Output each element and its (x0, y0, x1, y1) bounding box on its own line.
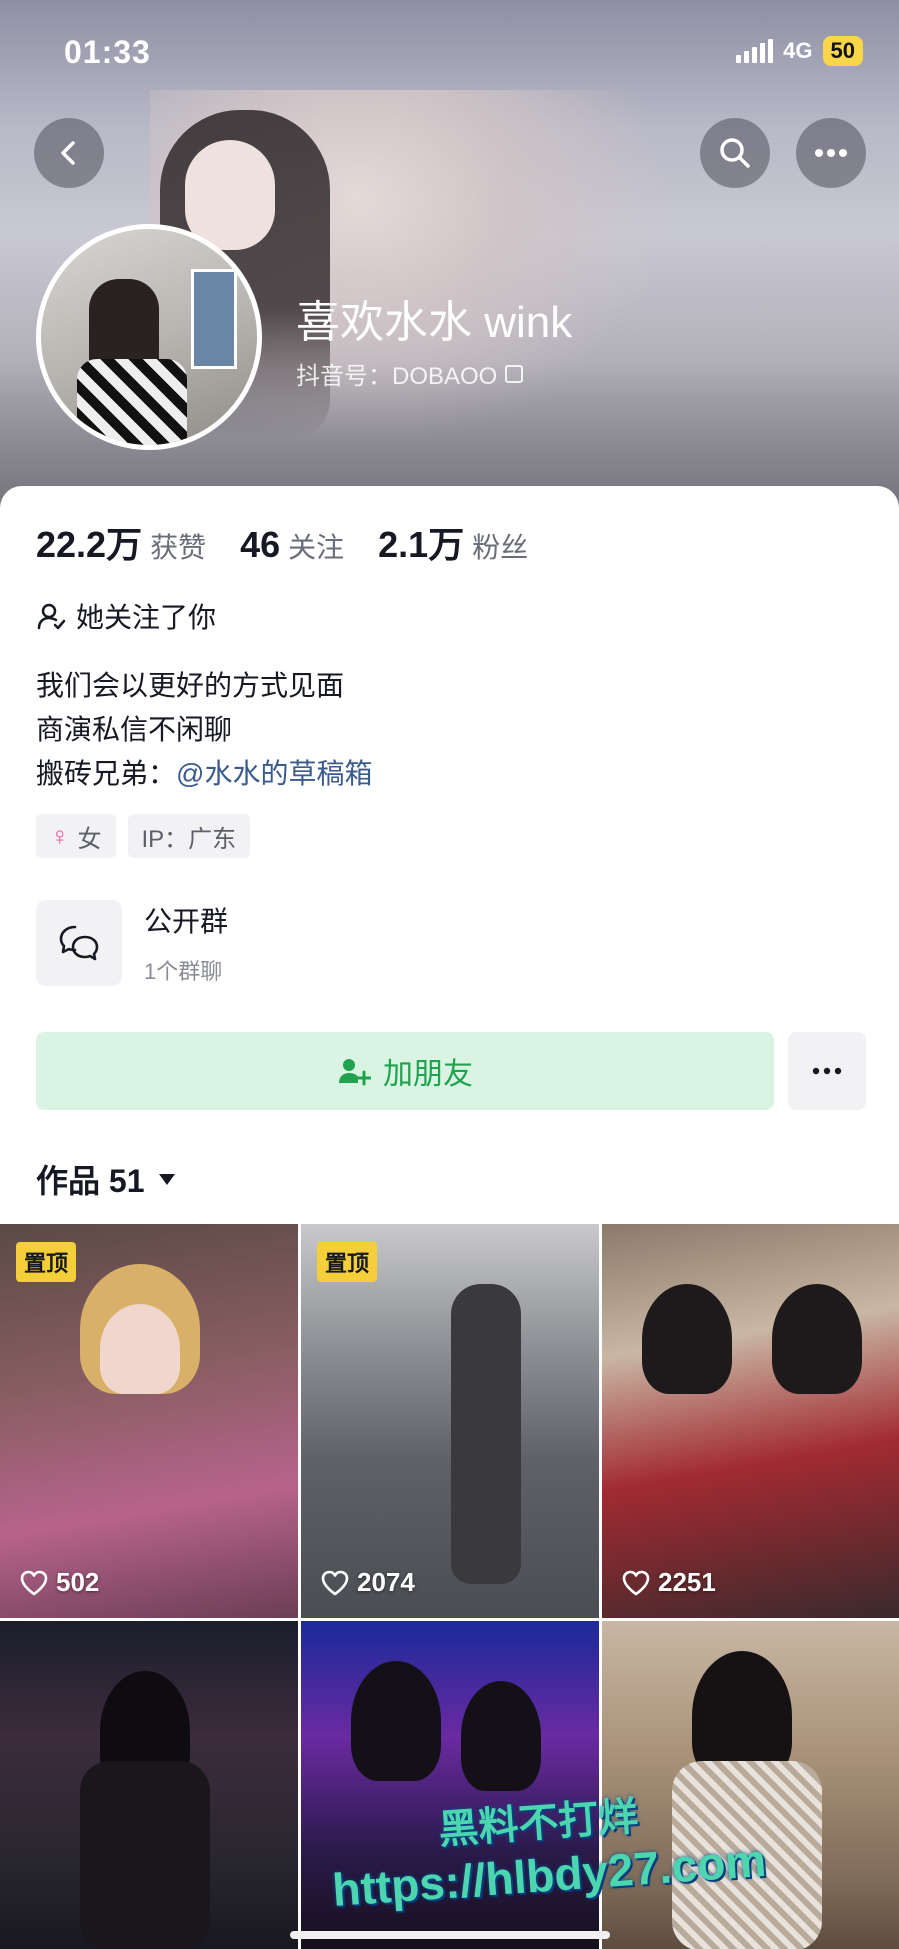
status-time: 01:33 (64, 34, 151, 70)
stat-value: 46 (240, 524, 281, 565)
group-title: 公开群 (144, 906, 229, 937)
add-friend-button[interactable]: 加朋友 (36, 1032, 774, 1110)
heart-icon (321, 1570, 349, 1595)
more-options-button[interactable] (796, 118, 866, 188)
douyin-id-text: 抖音号：DOBAOO (296, 363, 498, 390)
signal-icon (736, 39, 774, 63)
pinned-badge: 置顶 (16, 1242, 77, 1282)
more-icon (812, 1067, 842, 1075)
like-count: 502 (20, 1567, 99, 1598)
copy-icon[interactable] (505, 364, 524, 383)
like-count: 2074 (321, 1567, 415, 1598)
add-friend-label: 加朋友 (383, 1058, 473, 1091)
like-count-value: 2251 (658, 1567, 716, 1597)
profile-card: 22.2万 获赞 46 关注 2.1万 粉丝 她关注了你 我们会以更好的方式见面… (0, 486, 899, 1226)
bio-line: 搬砖兄弟：@水水的草稿箱 (36, 752, 372, 796)
status-indicators: 4G 50 (736, 36, 863, 66)
gender-tag: ♀ 女 (36, 814, 116, 858)
network-type: 4G (783, 38, 813, 63)
bio: 我们会以更好的方式见面 商演私信不闲聊 搬砖兄弟：@水水的草稿箱 (36, 664, 372, 796)
person-icon (37, 603, 66, 630)
follows-you-indicator: 她关注了你 (36, 596, 216, 636)
avatar[interactable] (36, 224, 262, 450)
stat-following[interactable]: 46 关注 (240, 524, 344, 566)
bio-line: 我们会以更好的方式见面 (36, 670, 345, 701)
douyin-id[interactable]: 抖音号：DOBAOO (296, 356, 524, 391)
video-thumbnail[interactable]: 置顶 502 (0, 1224, 298, 1618)
chat-bubbles-icon (59, 925, 99, 961)
back-button[interactable] (34, 118, 104, 188)
profile-tags: ♀ 女 IP：广东 (36, 814, 251, 858)
stat-value: 22.2万 (36, 524, 143, 565)
heart-icon (20, 1570, 48, 1595)
video-thumbnail[interactable]: 2251 (602, 1224, 899, 1618)
works-tab[interactable]: 作品 51 (36, 1156, 175, 1202)
stat-label: 获赞 (150, 532, 207, 563)
group-icon-box (36, 900, 122, 986)
caret-down-icon (158, 1173, 175, 1185)
bio-line: 商演私信不闲聊 (36, 714, 233, 745)
search-icon (720, 138, 750, 168)
stat-likes[interactable]: 22.2万 获赞 (36, 516, 206, 568)
follows-you-text: 她关注了你 (76, 602, 217, 633)
like-count: 2251 (622, 1567, 716, 1598)
back-icon (61, 141, 75, 165)
bio-prefix: 搬砖兄弟： (36, 758, 177, 789)
nickname: 喜欢水水 wink (296, 298, 573, 347)
stat-value: 2.1万 (378, 524, 465, 565)
video-thumbnail[interactable]: 置顶 2074 (301, 1224, 599, 1618)
works-label: 作品 51 (36, 1163, 145, 1199)
group-subtitle: 1个群聊 (144, 959, 223, 984)
gender-label: 女 (77, 825, 102, 853)
banner-image-face (185, 140, 275, 250)
stat-label: 粉丝 (472, 532, 529, 563)
public-group-entry[interactable]: 公开群 1个群聊 (36, 900, 228, 986)
stats-row: 22.2万 获赞 46 关注 2.1万 粉丝 (36, 516, 528, 568)
home-indicator[interactable] (290, 1931, 610, 1939)
stat-label: 关注 (288, 532, 345, 563)
mention-link[interactable]: @水水的草稿箱 (176, 758, 372, 789)
ip-location-tag: IP：广东 (127, 814, 251, 858)
heart-icon (622, 1570, 650, 1595)
like-count-value: 2074 (357, 1567, 415, 1597)
like-count-value: 502 (56, 1567, 100, 1597)
stat-followers[interactable]: 2.1万 粉丝 (378, 516, 528, 568)
more-actions-button[interactable] (788, 1032, 866, 1110)
more-icon (815, 149, 847, 157)
search-button[interactable] (700, 118, 770, 188)
female-icon: ♀ (50, 820, 70, 851)
pinned-badge: 置顶 (317, 1242, 378, 1282)
add-person-icon (339, 1059, 371, 1086)
video-thumbnail[interactable] (0, 1621, 298, 1949)
battery-level: 50 (822, 36, 863, 66)
